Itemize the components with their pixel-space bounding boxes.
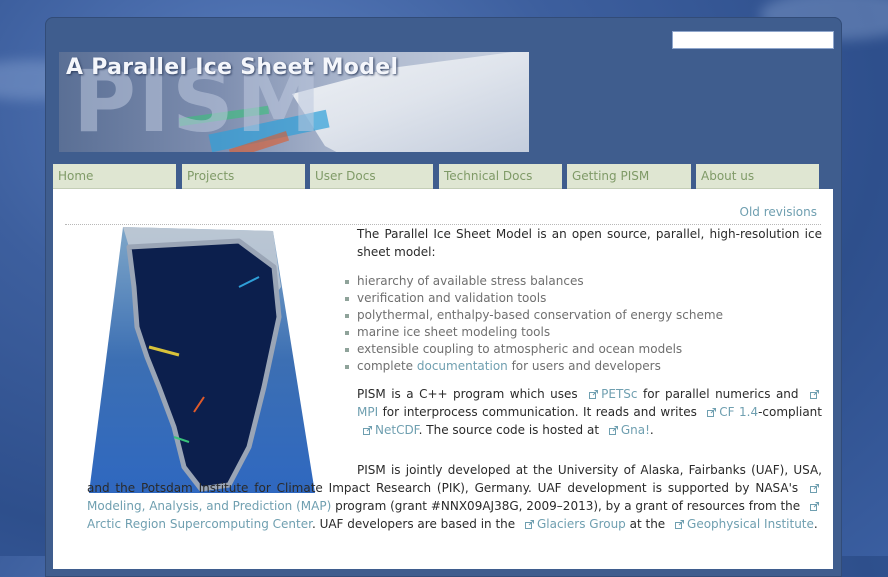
nav-home[interactable]: Home xyxy=(53,164,176,189)
tech-paragraph: PISM is a C++ program which uses PETSc f… xyxy=(357,385,822,439)
text: program (grant #NNX09AJ38G, 2009–2013), … xyxy=(331,499,804,513)
site-banner[interactable]: PISM A Parallel Ice Sheet Model xyxy=(59,52,529,152)
external-link-icon xyxy=(363,426,372,435)
external-link-icon xyxy=(810,484,819,493)
arsc-link[interactable]: Arctic Region Supercomputing Center xyxy=(87,517,312,531)
text: PISM is jointly developed at the Univers… xyxy=(87,463,822,495)
text: . xyxy=(649,423,654,437)
list-item: complete documentation for users and dev… xyxy=(345,358,822,375)
list-item-text: for users and developers xyxy=(507,359,661,373)
content-panel: Old revisions The Parallel Ice Sheet Mod… xyxy=(53,189,833,569)
external-link-icon xyxy=(589,390,599,399)
list-item: verification and validation tools xyxy=(345,290,822,307)
external-link-icon xyxy=(524,520,534,529)
text: at the xyxy=(625,517,670,531)
feature-list: hierarchy of available stress balances v… xyxy=(345,273,822,375)
petsc-link[interactable]: PETSc xyxy=(601,387,637,401)
banner-title: A Parallel Ice Sheet Model xyxy=(66,55,399,80)
nav-projects[interactable]: Projects xyxy=(182,164,305,189)
documentation-link[interactable]: documentation xyxy=(417,359,508,373)
list-item-text: complete xyxy=(357,359,417,373)
netcdf-link[interactable]: NetCDF xyxy=(375,423,419,437)
text: for interprocess communication. It reads… xyxy=(378,405,702,419)
text: -compliant xyxy=(758,405,822,419)
nav-about-us[interactable]: About us xyxy=(696,164,819,189)
nav-user-docs[interactable]: User Docs xyxy=(310,164,433,189)
text: PISM is a C++ program which uses xyxy=(357,387,584,401)
gna-link[interactable]: Gna! xyxy=(621,423,650,437)
nav-getting-pism[interactable]: Getting PISM xyxy=(567,164,691,189)
text: for parallel numerics and xyxy=(637,387,804,401)
list-item: polythermal, enthalpy-based conservation… xyxy=(345,307,822,324)
intro-paragraph: The Parallel Ice Sheet Model is an open … xyxy=(357,227,822,259)
text: . UAF developers are based in the xyxy=(311,517,519,531)
text: . The source code is hosted at xyxy=(418,423,603,437)
list-item: marine ice sheet modeling tools xyxy=(345,324,822,341)
mpi-link[interactable]: MPI xyxy=(357,405,378,419)
glaciers-group-link[interactable]: Glaciers Group xyxy=(537,517,626,531)
funding-paragraph: PISM is jointly developed at the Univers… xyxy=(87,461,822,533)
geophysical-institute-link[interactable]: Geophysical Institute xyxy=(687,517,814,531)
list-item: hierarchy of available stress balances xyxy=(345,273,822,290)
intro-text: The Parallel Ice Sheet Model is an open … xyxy=(345,225,822,451)
greenland-ice-sheet-image xyxy=(89,227,315,493)
list-item: extensible coupling to atmospheric and o… xyxy=(345,341,822,358)
external-link-icon xyxy=(810,390,819,399)
external-link-icon xyxy=(608,426,618,435)
external-link-icon xyxy=(707,408,717,417)
old-revisions-link[interactable]: Old revisions xyxy=(740,205,817,219)
nasa-map-link[interactable]: Modeling, Analysis, and Prediction (MAP) xyxy=(87,499,331,513)
search-input[interactable] xyxy=(672,31,834,49)
external-link-icon xyxy=(810,502,819,511)
nav-technical-docs[interactable]: Technical Docs xyxy=(439,164,562,189)
external-link-icon xyxy=(675,520,685,529)
text: . xyxy=(813,517,818,531)
cf-link[interactable]: CF 1.4 xyxy=(719,405,758,419)
